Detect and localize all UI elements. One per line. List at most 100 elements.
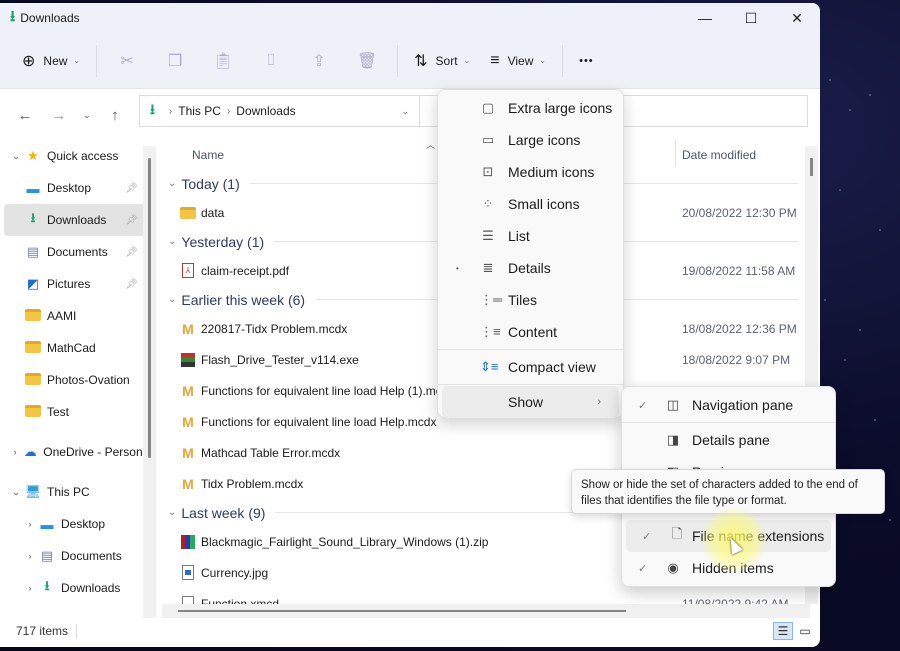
- ellipsis-icon: •••: [579, 54, 594, 67]
- submenu-item-navigation-pane[interactable]: ✓ ◫ Navigation pane: [622, 389, 835, 421]
- sidebar-item-photos-ovation[interactable]: Photos-Ovation: [0, 364, 152, 396]
- menu-item-details[interactable]: • ≣ Details: [438, 252, 623, 284]
- chevron-right-icon[interactable]: ›: [8, 447, 22, 457]
- menu-item-small-icons[interactable]: ⁘ Small icons: [438, 188, 623, 220]
- close-button[interactable]: ✕: [774, 3, 820, 33]
- chevron-right-icon[interactable]: ›: [22, 551, 38, 561]
- view-button[interactable]: ≡ View ⌄: [480, 44, 556, 78]
- delete-button[interactable]: 🗑︎: [343, 44, 391, 78]
- sidebar-item-pc-downloads[interactable]: › ⭳ Downloads: [0, 572, 152, 604]
- sidebar-item-label: Pictures: [47, 277, 91, 291]
- navigation-pane: ⌄ ★ Quick access ▬ Desktop 📌︎ ⭳ Download…: [0, 140, 152, 618]
- list-icon: ☰: [482, 228, 494, 243]
- forward-button[interactable]: →: [46, 102, 72, 128]
- status-bar: 717 items ☰ ▭: [0, 618, 820, 644]
- address-history-chevron-icon[interactable]: ⌄: [401, 106, 409, 117]
- large-icons-view-toggle[interactable]: ▭: [795, 622, 815, 640]
- menu-item-extra-large-icons[interactable]: ▢ Extra large icons: [438, 92, 623, 124]
- file-date-modified: 18/08/2022 12:36 PM: [682, 321, 797, 336]
- sidebar-item-label: AAMI: [47, 309, 77, 323]
- sort-button[interactable]: ⇅ Sort ⌄: [404, 44, 480, 78]
- chevron-right-icon[interactable]: ›: [22, 583, 38, 593]
- file-name: Functions for equivalent line load Help.…: [201, 414, 437, 429]
- folder-icon: [24, 372, 42, 388]
- horizontal-scrollbar[interactable]: [162, 604, 810, 618]
- copy-button[interactable]: ❐: [151, 44, 199, 78]
- new-button[interactable]: ⊕ New ⌄: [12, 44, 90, 78]
- menu-item-label: Details: [508, 260, 551, 276]
- breadcrumb-downloads[interactable]: Downloads: [236, 104, 295, 118]
- navigation-pane-icon: ◫: [666, 397, 680, 412]
- folder-icon: [24, 308, 42, 324]
- sidebar-item-desktop[interactable]: ▬ Desktop 📌︎: [0, 172, 152, 204]
- up-button[interactable]: ↑: [102, 102, 128, 128]
- item-count: 717 items: [16, 624, 69, 638]
- recent-locations-button[interactable]: ⌄: [80, 102, 94, 128]
- menu-item-compact-view[interactable]: ⇕≡ Compact view: [438, 351, 623, 383]
- file-name: Blackmagic_Fairlight_Sound_Library_Windo…: [201, 534, 489, 549]
- menu-item-label: Extra large icons: [508, 100, 613, 116]
- file-row[interactable]: Function.xmcd 11/08/2022 9:42 AM: [160, 588, 810, 604]
- paste-icon: 📋︎: [212, 52, 234, 70]
- file-name: claim-receipt.pdf: [201, 263, 290, 278]
- rename-button[interactable]: ⌷: [247, 44, 295, 78]
- chevron-right-icon[interactable]: ›: [22, 519, 38, 529]
- details-view-toggle[interactable]: ☰: [773, 622, 793, 640]
- menu-item-content[interactable]: ⋮≡ Content: [438, 316, 623, 348]
- menu-item-show[interactable]: Show ›: [442, 386, 619, 418]
- file-name: Function.xmcd: [201, 596, 280, 605]
- column-header-name[interactable]: Name: [192, 148, 224, 162]
- archive-icon: [180, 534, 196, 550]
- breadcrumb-this-pc[interactable]: This PC: [178, 104, 221, 118]
- chevron-down-icon[interactable]: ⌄: [8, 487, 24, 498]
- sidebar-item-aami[interactable]: AAMI: [0, 300, 152, 332]
- column-header-date-modified[interactable]: Date modified: [682, 148, 756, 162]
- sidebar-item-mathcad[interactable]: MathCad: [0, 332, 152, 364]
- desktop-icon: ▬: [40, 516, 54, 532]
- minimize-button[interactable]: —: [682, 3, 728, 33]
- menu-item-tiles[interactable]: ⋮═ Tiles: [438, 284, 623, 316]
- chevron-down-icon[interactable]: ⌄: [168, 178, 176, 189]
- download-icon: ⭳: [30, 210, 36, 225]
- sidebar-item-pc-documents[interactable]: › ▤ Documents: [0, 540, 152, 572]
- address-bar[interactable]: ⭳ › This PC › Downloads ⌄: [139, 95, 419, 127]
- menu-item-large-icons[interactable]: ▭ Large icons: [438, 124, 623, 156]
- sidebar-item-quick-access[interactable]: ⌄ ★ Quick access: [0, 140, 152, 172]
- sidebar-scrollbar-thumb[interactable]: [148, 158, 151, 458]
- chevron-down-icon[interactable]: ⌄: [168, 507, 176, 518]
- vertical-scrollbar-thumb[interactable]: [810, 158, 813, 176]
- sidebar-item-label: Documents: [47, 245, 108, 259]
- back-button[interactable]: ←: [12, 102, 38, 128]
- pin-icon: 📌︎: [125, 214, 138, 226]
- menu-item-list[interactable]: ☰ List: [438, 220, 623, 252]
- menu-item-label: Medium icons: [508, 164, 595, 180]
- share-button[interactable]: ⇪: [295, 44, 343, 78]
- file-name: data: [201, 205, 225, 220]
- chevron-down-icon: ⌄: [539, 56, 547, 65]
- sidebar-item-pictures[interactable]: ◩ Pictures 📌︎: [0, 268, 152, 300]
- cut-button[interactable]: ✂: [103, 44, 151, 78]
- sidebar-item-documents[interactable]: ▤ Documents 📌︎: [0, 236, 152, 268]
- paste-button[interactable]: 📋︎: [199, 44, 247, 78]
- submenu-item-details-pane[interactable]: ◨ Details pane: [622, 424, 835, 456]
- maximize-button[interactable]: ☐: [728, 3, 774, 33]
- chevron-down-icon[interactable]: ⌄: [8, 151, 24, 162]
- chevron-down-icon: ⌄: [73, 56, 81, 65]
- sidebar-item-onedrive[interactable]: › ☁ OneDrive - Personal: [0, 436, 152, 468]
- more-options-button[interactable]: •••: [569, 44, 604, 78]
- details-icon: ≣: [482, 260, 494, 275]
- chevron-down-icon[interactable]: ⌄: [168, 294, 176, 305]
- column-divider[interactable]: [675, 140, 676, 166]
- sidebar-item-label: Downloads: [47, 213, 107, 227]
- submenu-item-hidden-items[interactable]: ✓ ◉ Hidden items: [622, 552, 835, 584]
- sidebar-item-pc-desktop[interactable]: › ▬ Desktop: [0, 508, 152, 540]
- sort-icon: ⇅: [414, 52, 428, 70]
- chevron-down-icon[interactable]: ⌄: [168, 236, 176, 247]
- sidebar-item-this-pc[interactable]: ⌄ 🖥︎ This PC: [0, 476, 152, 508]
- menu-item-medium-icons[interactable]: ⊡ Medium icons: [438, 156, 623, 188]
- horizontal-scrollbar-thumb[interactable]: [178, 610, 626, 612]
- sidebar-item-downloads[interactable]: ⭳ Downloads 📌︎: [4, 204, 148, 236]
- menu-separator: [438, 384, 623, 385]
- sidebar-item-test[interactable]: Test: [0, 396, 152, 428]
- file-icon: [180, 596, 196, 604]
